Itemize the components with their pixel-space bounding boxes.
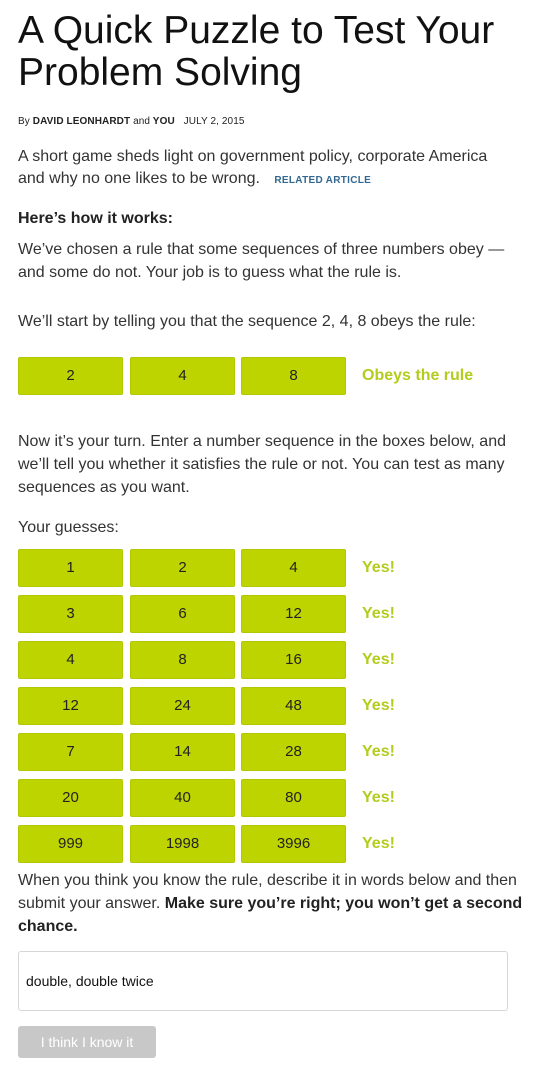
answer-instructions: When you think you know the rule, descri… bbox=[18, 869, 528, 938]
article-title: A Quick Puzzle to Test Your Problem Solv… bbox=[18, 9, 495, 94]
related-article-link[interactable]: RELATED ARTICLE bbox=[274, 175, 371, 186]
guess-row: 3 6 12 Yes! bbox=[18, 595, 528, 633]
byline-prefix: By bbox=[18, 116, 30, 127]
rule-intro-text: We’ve chosen a rule that some sequences … bbox=[18, 241, 505, 281]
guess-row: 4 8 16 Yes! bbox=[18, 641, 528, 679]
your-turn-text: Now it’s your turn. Enter a number seque… bbox=[18, 433, 506, 496]
example-intro-text: We’ll start by telling you that the sequ… bbox=[18, 313, 476, 330]
guess-number-box[interactable]: 2 bbox=[130, 549, 235, 587]
guess-row: 7 14 28 Yes! bbox=[18, 733, 528, 771]
publish-date: JULY 2, 2015 bbox=[183, 116, 245, 127]
guess-number-box[interactable]: 40 bbox=[130, 779, 235, 817]
byline-author: DAVID LEONHARDT bbox=[32, 116, 131, 127]
submit-answer-button[interactable]: I think I know it bbox=[18, 1026, 156, 1058]
byline-and: and bbox=[133, 116, 151, 127]
guess-number-box[interactable]: 7 bbox=[18, 733, 123, 771]
rule-answer-input[interactable] bbox=[18, 951, 508, 1011]
guess-number-box[interactable]: 1998 bbox=[130, 825, 235, 863]
guess-verdict: Yes! bbox=[362, 651, 395, 668]
guess-number-box[interactable]: 24 bbox=[130, 687, 235, 725]
guess-row: 999 1998 3996 Yes! bbox=[18, 825, 528, 863]
guess-verdict: Yes! bbox=[362, 789, 395, 806]
guess-verdict: Yes! bbox=[362, 743, 395, 760]
how-it-works-heading: Here’s how it works: bbox=[18, 210, 173, 227]
example-number-box: 8 bbox=[241, 357, 346, 395]
guess-number-box[interactable]: 20 bbox=[18, 779, 123, 817]
example-sequence-row: 2 4 8 Obeys the rule bbox=[18, 357, 528, 395]
guess-number-box[interactable]: 1 bbox=[18, 549, 123, 587]
guess-number-box[interactable]: 28 bbox=[241, 733, 346, 771]
guess-verdict: Yes! bbox=[362, 835, 395, 852]
example-number-box: 2 bbox=[18, 357, 123, 395]
guess-number-box[interactable]: 48 bbox=[241, 687, 346, 725]
guesses-label: Your guesses: bbox=[18, 519, 119, 536]
guess-number-box[interactable]: 12 bbox=[241, 595, 346, 633]
guess-number-box[interactable]: 80 bbox=[241, 779, 346, 817]
guess-row: 1 2 4 Yes! bbox=[18, 549, 528, 587]
guess-number-box[interactable]: 16 bbox=[241, 641, 346, 679]
guess-number-box[interactable]: 14 bbox=[130, 733, 235, 771]
guess-row: 20 40 80 Yes! bbox=[18, 779, 528, 817]
article-summary: A short game sheds light on government p… bbox=[18, 146, 518, 192]
guess-verdict: Yes! bbox=[362, 605, 395, 622]
guess-number-box[interactable]: 12 bbox=[18, 687, 123, 725]
guess-verdict: Yes! bbox=[362, 559, 395, 576]
guess-number-box[interactable]: 3 bbox=[18, 595, 123, 633]
guess-row: 12 24 48 Yes! bbox=[18, 687, 528, 725]
guess-number-box[interactable]: 6 bbox=[130, 595, 235, 633]
example-verdict: Obeys the rule bbox=[362, 367, 474, 384]
guess-number-box[interactable]: 3996 bbox=[241, 825, 346, 863]
summary-text: A short game sheds light on government p… bbox=[18, 148, 488, 187]
guess-number-box[interactable]: 8 bbox=[130, 641, 235, 679]
example-number-box: 4 bbox=[130, 357, 235, 395]
guess-verdict: Yes! bbox=[362, 697, 395, 714]
guess-number-box[interactable]: 4 bbox=[241, 549, 346, 587]
puzzle-article: A Quick Puzzle to Test Your Problem Solv… bbox=[0, 0, 545, 1069]
byline: By DAVID LEONHARDT and YOU JULY 2, 2015 bbox=[18, 116, 245, 127]
byline-coauthor: YOU bbox=[152, 116, 175, 127]
guess-number-box[interactable]: 4 bbox=[18, 641, 123, 679]
guess-number-box[interactable]: 999 bbox=[18, 825, 123, 863]
